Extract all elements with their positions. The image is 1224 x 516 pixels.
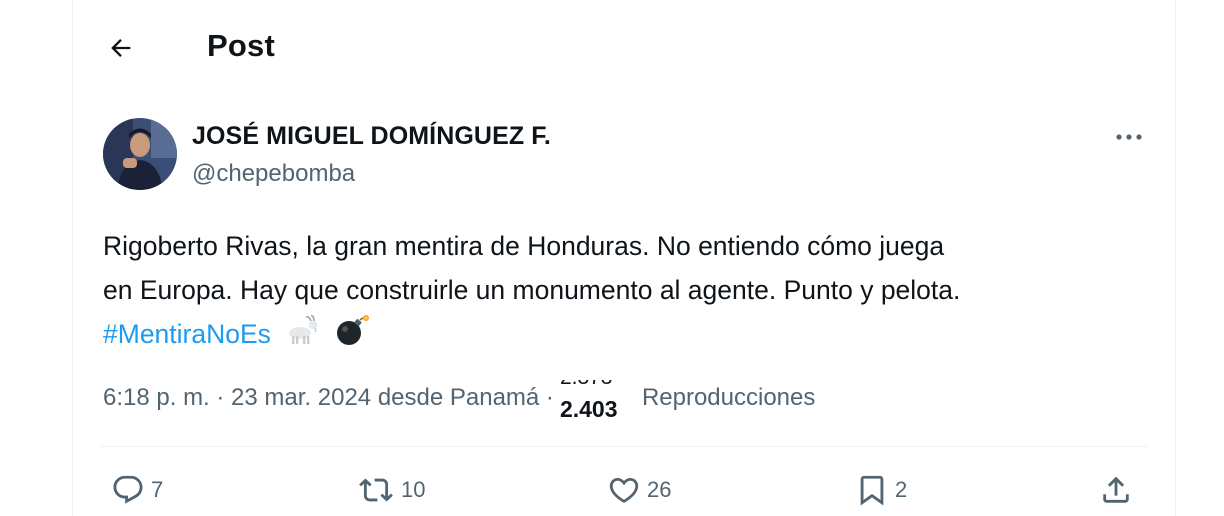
- tweet-timestamp[interactable]: 6:18 p. m. · 23 mar. 2024 desde Panamá ·: [103, 380, 554, 416]
- bookmark-count: 2: [895, 477, 908, 502]
- like-count: 26: [647, 477, 672, 502]
- avatar[interactable]: [103, 118, 177, 190]
- share-icon: [1103, 476, 1129, 503]
- views-count: 2.373 2.403: [558, 380, 638, 420]
- bookmark-icon: [860, 475, 884, 506]
- tweet-meta: 6:18 p. m. · 23 mar. 2024 desde Panamá ·…: [103, 380, 815, 420]
- repost-count: 10: [401, 477, 426, 502]
- author-name[interactable]: JOSÉ MIGUEL DOMÍNGUEZ F.: [192, 122, 551, 151]
- repost-button[interactable]: 10: [357, 472, 425, 508]
- reply-icon: [113, 475, 143, 504]
- views-count-new: 2.403: [559, 396, 618, 420]
- tweet-text: Rigoberto Rivas, la gran mentira de Hond…: [103, 224, 1163, 359]
- share-button[interactable]: [1099, 472, 1133, 508]
- bomb-emoji: [334, 314, 370, 359]
- like-icon: [609, 477, 639, 503]
- tweet-text-line: Rigoberto Rivas, la gran mentira de Hond…: [103, 231, 945, 261]
- more-icon: [1116, 134, 1142, 140]
- more-button[interactable]: [1109, 122, 1149, 152]
- tweet-hashtag-line: #MentiraNoEs: [103, 312, 1163, 359]
- reply-count: 7: [151, 477, 164, 502]
- divider: [101, 446, 1147, 447]
- views-count-old: 2.373: [560, 380, 613, 390]
- like-button[interactable]: 26: [607, 472, 671, 508]
- tweet-text-line: en Europa. Hay que construirle un monume…: [103, 275, 961, 305]
- goat-emoji: [284, 314, 320, 358]
- reply-button[interactable]: 7: [111, 472, 163, 508]
- post-header: Post: [73, 0, 1175, 96]
- hashtag-link[interactable]: #MentiraNoEs: [103, 319, 271, 349]
- page-title: Post: [207, 28, 275, 63]
- author-handle[interactable]: @chepebomba: [192, 160, 355, 188]
- back-button[interactable]: [103, 30, 139, 66]
- views-label: Reproducciones: [641, 384, 816, 411]
- bookmark-button[interactable]: 2: [855, 472, 907, 508]
- back-arrow-icon: [111, 39, 131, 57]
- repost-icon: [359, 478, 393, 502]
- post-column: Post JOSÉ MIGUEL DOMÍNGUEZ F. @chepebomb…: [72, 0, 1176, 516]
